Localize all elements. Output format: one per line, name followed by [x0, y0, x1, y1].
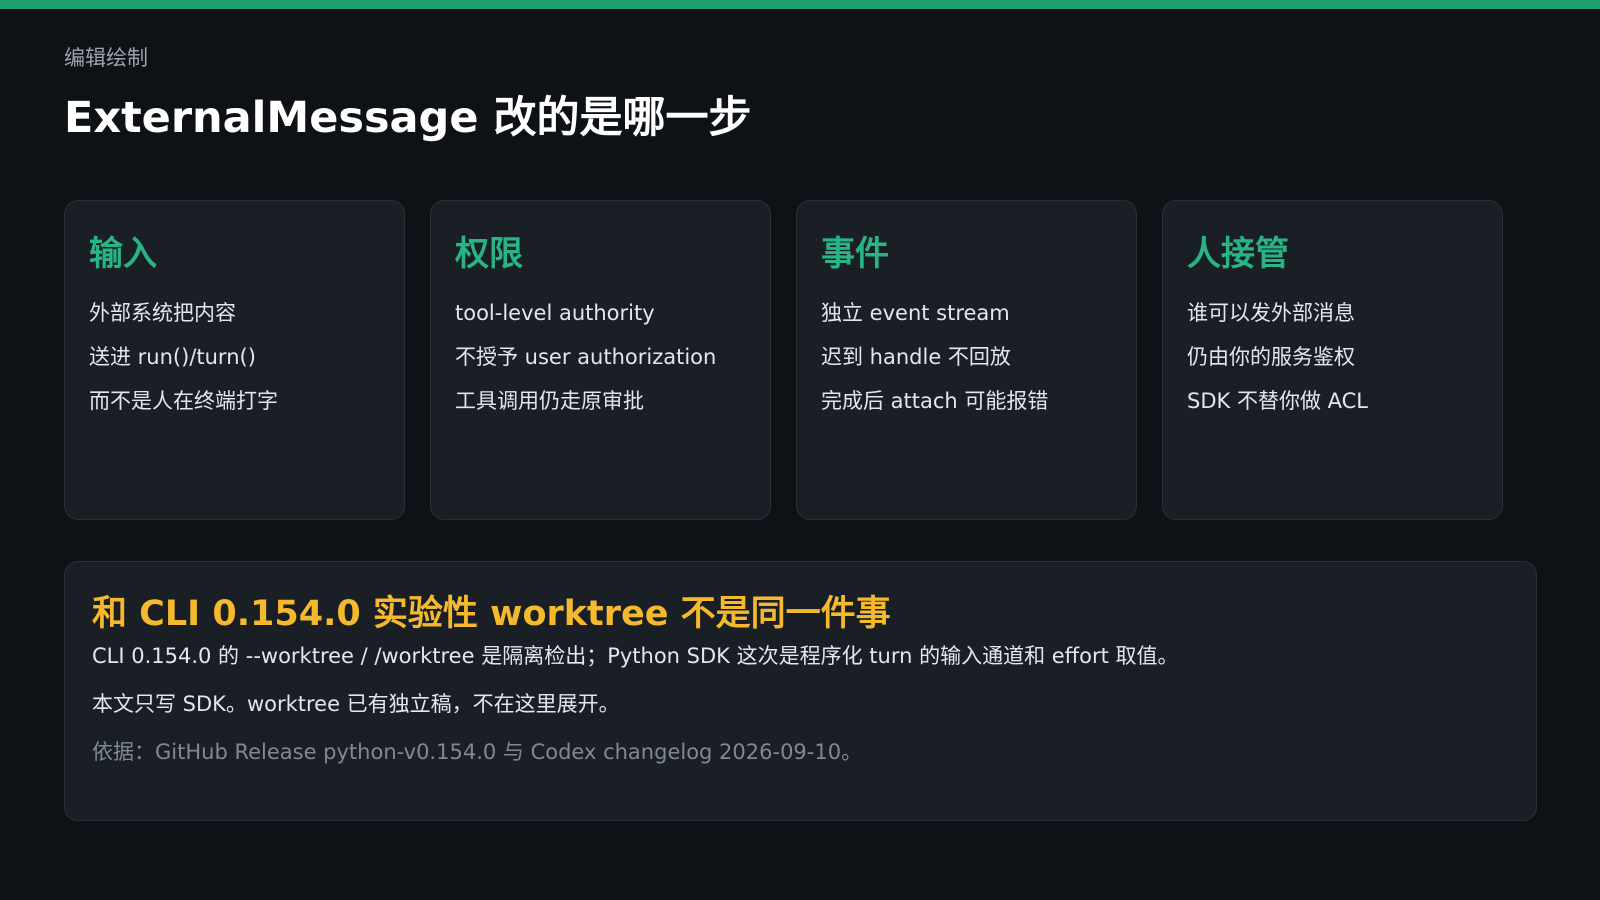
card-line: 独立 event stream: [821, 301, 1010, 325]
eyebrow-label: 编辑绘制: [64, 46, 148, 70]
card-row: 输入 外部系统把内容 送进 run()/turn() 而不是人在终端打字 权限 …: [64, 200, 1504, 520]
card-line: 仍由你的服务鉴权: [1187, 345, 1355, 369]
card-event: 事件 独立 event stream 迟到 handle 不回放 完成后 att…: [796, 200, 1137, 520]
note-panel: 和 CLI 0.154.0 实验性 worktree 不是同一件事 CLI 0.…: [64, 561, 1537, 821]
card-title: 人接管: [1187, 234, 1289, 274]
card-line: 迟到 handle 不回放: [821, 345, 1011, 369]
card-line: 谁可以发外部消息: [1187, 301, 1355, 325]
card-line: 外部系统把内容: [89, 301, 236, 325]
card-line: 完成后 attach 可能报错: [821, 389, 1049, 413]
card-line: SDK 不替你做 ACL: [1187, 389, 1368, 413]
card-line: tool-level authority: [455, 301, 655, 325]
note-line: 本文只写 SDK。worktree 已有独立稿，不在这里展开。: [92, 692, 620, 716]
note-title: 和 CLI 0.154.0 实验性 worktree 不是同一件事: [92, 594, 891, 634]
card-permission: 权限 tool-level authority 不授予 user authori…: [430, 200, 771, 520]
note-source: 依据：GitHub Release python-v0.154.0 与 Code…: [92, 740, 863, 764]
card-line: 不授予 user authorization: [455, 345, 717, 369]
accent-bar: [0, 0, 1600, 9]
card-line: 工具调用仍走原审批: [455, 389, 644, 413]
card-title: 输入: [89, 234, 157, 274]
card-line: 送进 run()/turn(): [89, 345, 256, 369]
card-human-takeover: 人接管 谁可以发外部消息 仍由你的服务鉴权 SDK 不替你做 ACL: [1162, 200, 1503, 520]
card-input: 输入 外部系统把内容 送进 run()/turn() 而不是人在终端打字: [64, 200, 405, 520]
card-title: 权限: [455, 234, 523, 274]
note-line: CLI 0.154.0 的 --worktree / /worktree 是隔离…: [92, 644, 1179, 668]
card-line: 而不是人在终端打字: [89, 389, 278, 413]
page-title: ExternalMessage 改的是哪一步: [64, 93, 752, 143]
card-title: 事件: [821, 234, 889, 274]
slide: 编辑绘制 ExternalMessage 改的是哪一步 输入 外部系统把内容 送…: [0, 0, 1600, 900]
